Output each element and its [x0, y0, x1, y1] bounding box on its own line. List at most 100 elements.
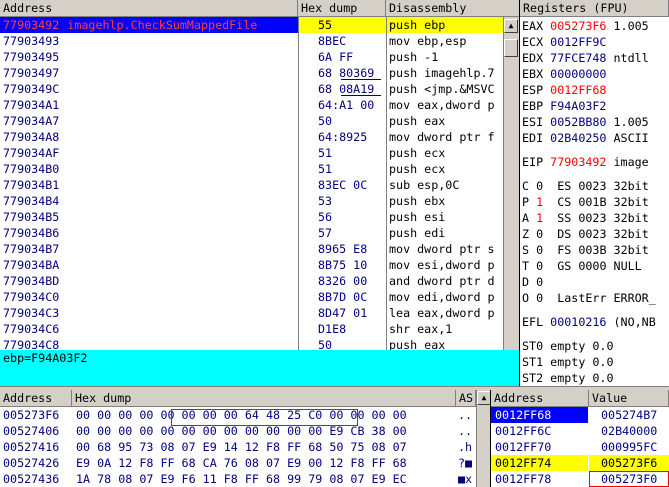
register-value[interactable]: F94A03F2 — [550, 99, 606, 113]
flag-row[interactable]: D 0 — [522, 274, 557, 290]
register-row[interactable]: EDI 02B40250 ASCII — [522, 130, 649, 146]
flag-row[interactable]: T 0 GS 0000 NULL — [522, 258, 642, 274]
fpu-row[interactable]: ST0 empty 0.0 — [522, 338, 614, 354]
stack-pane[interactable]: 0012FF68 005274B7 0012FF6C 02B40000 0012FF70… — [491, 407, 669, 487]
row-disasm: lea eax,dword p — [389, 306, 495, 320]
register-value[interactable]: 77903492 — [550, 155, 606, 169]
register-row[interactable]: EIP 77903492 image — [522, 154, 649, 170]
stack-row[interactable]: 0012FF78 005273F0 — [491, 471, 669, 487]
register-row[interactable]: EBP F94A03F2 — [522, 98, 606, 114]
register-value[interactable]: 00000000 — [550, 67, 606, 81]
disassembly-row[interactable]: 77903492 imagehlp.CheckSumMappedFile 55 pus… — [0, 17, 503, 33]
fpu-row[interactable]: ST2 empty 0.0 — [522, 370, 614, 386]
disassembly-row[interactable]: 779034C6 D1E8 shr eax,1 — [0, 321, 503, 337]
disassembly-row[interactable]: 779034B6 57 push edi — [0, 225, 503, 241]
stack-row[interactable]: 0012FF68 005274B7 — [491, 407, 669, 423]
stack-value[interactable]: 005273F6 — [589, 455, 669, 471]
register-row[interactable]: ECX 0012FF9C — [522, 34, 606, 50]
stack-row[interactable]: 0012FF6C 02B40000 — [491, 423, 669, 439]
disassembly-row[interactable]: 77903493 8BEC mov ebp,esp — [0, 33, 503, 49]
register-value[interactable]: 00010216 — [550, 315, 606, 329]
disassembly-row[interactable]: 779034AF 51 push ecx — [0, 145, 503, 161]
segment-value[interactable]: 001B — [578, 195, 606, 209]
register-row[interactable]: EDX 77FCE748 ntdll — [522, 50, 649, 66]
disassembly-row[interactable]: 779034A8 64:8925 mov dword ptr f — [0, 129, 503, 145]
register-value[interactable]: 0012FF68 — [550, 83, 606, 97]
flag-value[interactable]: 1 — [536, 211, 543, 225]
col-header-hexdump[interactable]: Hex dump — [298, 0, 386, 17]
register-value[interactable]: 02B40250 — [550, 131, 606, 145]
register-row[interactable]: EBX 00000000 — [522, 66, 606, 82]
disassembly-row[interactable]: 779034B4 53 push ebx — [0, 193, 503, 209]
dump-col-header-address[interactable]: Address — [0, 390, 72, 407]
stack-col-header-address[interactable]: Address — [491, 390, 589, 407]
disassembly-pane[interactable]: 77903492 imagehlp.CheckSumMappedFile 55 pus… — [0, 17, 503, 350]
register-value[interactable]: 0012FF9C — [550, 35, 606, 49]
register-row[interactable]: ESP 0012FF68 — [522, 82, 606, 98]
dump-scroll-up-button[interactable]: ▲ — [477, 391, 491, 405]
disassembly-row[interactable]: 779034B1 83EC 0C sub esp,0C — [0, 177, 503, 193]
disassembly-row[interactable]: 779034B7 8965 E8 mov dword ptr s — [0, 241, 503, 257]
segment-value[interactable]: 003B — [578, 243, 606, 257]
segment-value[interactable]: 0023 — [578, 227, 606, 241]
register-value[interactable]: 005273F6 — [550, 19, 606, 33]
segment-value[interactable]: 0023 — [578, 211, 606, 225]
flag-value[interactable]: 0 — [536, 259, 543, 273]
register-value[interactable]: 77FCE748 — [550, 51, 606, 65]
stack-value[interactable]: 02B40000 — [589, 423, 669, 439]
disassembly-scrollbar[interactable]: ▲ — [503, 17, 520, 350]
disassembly-row[interactable]: 77903495 6A FF push -1 — [0, 49, 503, 65]
flag-row[interactable]: Z 0 DS 0023 32bit — [522, 226, 649, 242]
dump-hex[interactable]: 1A 78 08 07 E9 F6 11 F8 FF 68 99 79 08 0… — [76, 471, 407, 487]
dump-scrollbar[interactable]: ▲ — [476, 390, 491, 487]
flag-value[interactable]: 0 — [536, 291, 543, 305]
flag-value[interactable]: 0 — [536, 179, 543, 193]
scroll-up-button[interactable]: ▲ — [504, 19, 518, 33]
stack-row[interactable]: 0012FF70 000995FC — [491, 439, 669, 455]
stack-value[interactable]: 000995FC — [589, 439, 669, 455]
fpu-row[interactable]: ST1 empty 0.0 — [522, 354, 614, 370]
register-row[interactable]: ESI 0052BB80 1.005 — [522, 114, 649, 130]
register-row[interactable]: EAX 005273F6 1.005 — [522, 18, 649, 34]
flag-value[interactable]: 1 — [536, 195, 543, 209]
flag-row[interactable]: O 0 LastErr ERROR_ — [522, 290, 656, 306]
flag-row[interactable]: P 1 CS 001B 32bit — [522, 194, 649, 210]
col-header-address[interactable]: Address — [0, 0, 298, 17]
disassembly-row[interactable]: 779034C8 50 push eax — [0, 337, 503, 350]
flag-row[interactable]: S 0 FS 003B 32bit — [522, 242, 649, 258]
registers-header[interactable]: Registers (FPU) — [520, 0, 669, 17]
flag-row[interactable]: C 0 ES 0023 32bit — [522, 178, 649, 194]
disassembly-row[interactable]: 779034BA 8B75 10 mov esi,dword p — [0, 257, 503, 273]
stack-col-header-value[interactable]: Value — [589, 390, 669, 407]
stack-row[interactable]: 0012FF74 005273F6 — [491, 455, 669, 471]
flag-value[interactable]: 0 — [536, 275, 543, 289]
dump-col-header-ascii[interactable]: AS — [456, 390, 476, 407]
register-row[interactable]: EFL 00010216 (NO,NB — [522, 314, 656, 330]
dump-row[interactable]: 00527426 E9 0A 12 F8 FF 68 CA 76 08 07 E9… — [0, 455, 476, 471]
register-value[interactable]: 0052BB80 — [550, 115, 606, 129]
flag-value[interactable]: 0 — [536, 227, 543, 241]
segment-value[interactable]: 0023 — [578, 179, 606, 193]
disassembly-row[interactable]: 779034C0 8B7D 0C mov edi,dword p — [0, 289, 503, 305]
disassembly-row[interactable]: 779034B5 56 push esi — [0, 209, 503, 225]
dump-col-header-hexdump[interactable]: Hex dump — [72, 390, 456, 407]
flag-value[interactable]: 0 — [536, 243, 543, 257]
col-header-disassembly[interactable]: Disassembly — [386, 0, 520, 17]
disassembly-row[interactable]: 779034C3 8D47 01 lea eax,dword p — [0, 305, 503, 321]
dump-row[interactable]: 00527436 1A 78 08 07 E9 F6 11 F8 FF 68 99… — [0, 471, 476, 487]
dump-hex[interactable]: E9 0A 12 F8 FF 68 CA 76 08 07 E9 00 12 F… — [76, 455, 407, 471]
segment-value[interactable]: 0000 — [578, 259, 606, 273]
scroll-thumb[interactable] — [504, 39, 518, 57]
flag-row[interactable]: A 1 SS 0023 32bit — [522, 210, 649, 226]
stack-value[interactable]: 005273F0 — [589, 471, 669, 487]
disassembly-row[interactable]: 7790349C 68 08A19 push <jmp.&MSVC — [0, 81, 503, 97]
disassembly-row[interactable]: 779034B0 51 push ecx — [0, 161, 503, 177]
dump-hex[interactable]: 00 68 95 73 08 07 E9 14 12 F8 FF 68 50 7… — [76, 439, 407, 455]
disassembly-row[interactable]: 77903497 68 80369 push imagehlp.7 — [0, 65, 503, 81]
disassembly-row[interactable]: 779034BD 8326 00 and dword ptr d — [0, 273, 503, 289]
stack-value[interactable]: 005274B7 — [589, 407, 669, 423]
register-comment: 1.005 — [606, 115, 649, 129]
disassembly-row[interactable]: 779034A1 64:A1 00 mov eax,dword p — [0, 97, 503, 113]
dump-row[interactable]: 00527416 00 68 95 73 08 07 E9 14 12 F8 FF… — [0, 439, 476, 455]
disassembly-row[interactable]: 779034A7 50 push eax — [0, 113, 503, 129]
